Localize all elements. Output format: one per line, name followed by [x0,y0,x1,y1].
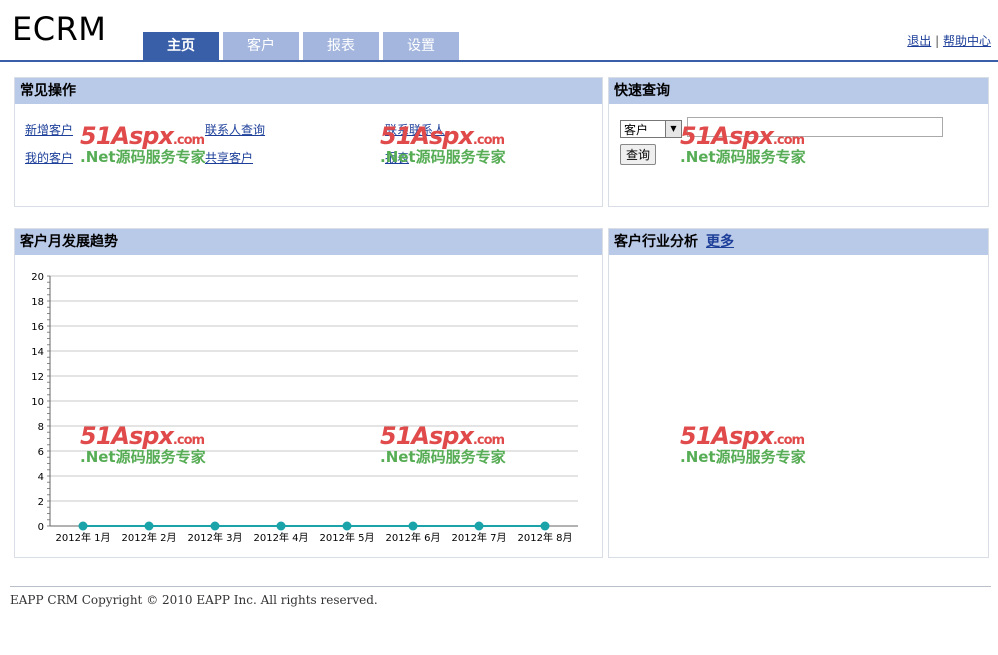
y-tick-label: 4 [38,472,44,483]
x-tick-label: 2012年 1月 [56,531,111,544]
y-tick-label: 10 [31,397,44,408]
y-tick-label: 18 [31,297,44,308]
search-button[interactable]: 查询 [620,144,656,165]
search-type-value: 客户 [624,123,649,137]
x-tick-label: 2012年 7月 [452,531,507,544]
data-point [342,521,352,531]
customer-trend-panel: 客户月发展趋势 0 2 4 6 8 10 12 14 16 18 20 2012年 1月 2012年 2… [14,228,603,558]
more-link[interactable]: 更多 [706,234,734,250]
reports-link[interactable]: 报表 [385,149,409,166]
y-tick-label: 6 [38,447,44,458]
main-nav: 主页 客户 报表 设置 [143,32,459,60]
quick-search-title: 快速查询 [609,78,988,104]
y-tick-label: 8 [38,422,44,433]
y-tick-label: 20 [31,272,44,283]
industry-analysis-header: 客户行业分析 更多 [609,229,988,255]
chevron-down-icon[interactable]: ▼ [665,121,681,137]
top-links-separator: | [935,34,940,48]
y-tick-label: 2 [38,497,44,508]
contact-contacts-link[interactable]: 联系联系人 [385,121,445,138]
industry-analysis-title: 客户行业分析 [614,234,698,250]
x-tick-label: 2012年 2月 [122,531,177,544]
tab-settings[interactable]: 设置 [383,32,459,60]
x-tick-label: 2012年 3月 [188,531,243,544]
data-point [144,521,154,531]
top-links: 退出 | 帮助中心 [907,32,991,49]
shared-customers-link[interactable]: 共享客户 [205,149,253,166]
data-point [210,521,220,531]
customer-trend-title: 客户月发展趋势 [15,229,602,255]
data-point [540,521,550,531]
data-point [474,521,484,531]
help-center-link[interactable]: 帮助中心 [943,34,991,48]
app-logo: ECRM [12,10,107,48]
tab-customers[interactable]: 客户 [223,32,299,60]
my-customers-link[interactable]: 我的客户 [25,149,73,166]
footer-divider [10,586,991,587]
x-tick-label: 2012年 6月 [386,531,441,544]
industry-analysis-panel: 客户行业分析 更多 [608,228,989,558]
common-operations-panel: 常见操作 新增客户 联系人查询 联系联系人 我的客户 共享客户 报表 [14,77,603,207]
contact-search-link[interactable]: 联系人查询 [205,121,265,138]
new-customer-link[interactable]: 新增客户 [25,121,73,138]
x-tick-label: 2012年 4月 [254,531,309,544]
x-tick-label: 2012年 8月 [518,531,573,544]
data-point [78,521,88,531]
quick-search-panel: 快速查询 客户 ▼ 查询 [608,77,989,207]
search-input[interactable] [687,117,943,137]
header-divider [0,60,998,62]
logout-link[interactable]: 退出 [907,34,931,48]
data-point [408,521,418,531]
common-operations-title: 常见操作 [15,78,602,104]
footer-copyright: EAPP CRM Copyright © 2010 EAPP Inc. All … [10,593,378,607]
y-tick-label: 14 [31,347,44,358]
y-tick-label: 16 [31,322,44,333]
y-tick-label: 12 [31,372,44,383]
y-tick-label: 0 [38,522,44,533]
customer-trend-chart: 0 2 4 6 8 10 12 14 16 18 20 2012年 1月 2012年 2月 2012年 3… [31,272,578,544]
x-tick-label: 2012年 5月 [320,531,375,544]
tab-reports[interactable]: 报表 [303,32,379,60]
data-point [276,521,286,531]
search-type-select[interactable]: 客户 ▼ [620,120,682,138]
tab-home[interactable]: 主页 [143,32,219,60]
